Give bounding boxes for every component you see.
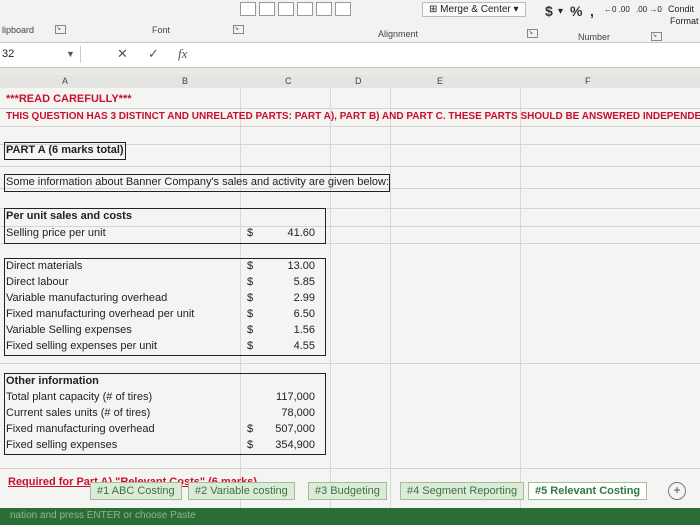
other-label-cell[interactable]: Fixed selling expenses [6,439,117,451]
other-dollar-cell[interactable]: $ [247,439,253,451]
increase-decimal-button[interactable]: ←0 .00 [604,5,630,14]
align-middle-icon[interactable] [259,2,275,16]
cost-dollar-cell[interactable]: $ [247,340,253,352]
tab-budgeting[interactable]: #3 Budgeting [308,482,387,500]
font-group-label: Font [152,25,171,35]
worksheet-grid[interactable]: ***READ CAREFULLY*** THIS QUESTION HAS 3… [0,88,700,508]
other-header-cell[interactable]: Other information [6,375,99,387]
align-bottom-icon[interactable] [278,2,294,16]
formula-input[interactable] [200,46,695,63]
cost-label-cell[interactable]: Fixed manufacturing overhead per unit [6,308,194,320]
add-sheet-icon[interactable]: + [668,482,686,500]
column-header-d[interactable]: D [355,76,362,86]
merge-icon: ⊞ [429,4,441,15]
insert-function-icon[interactable]: fx [178,46,187,62]
font-launcher-icon[interactable]: ↘ [233,25,244,34]
decrease-decimal-button[interactable]: .00 →0 [636,5,662,14]
intro-cell[interactable]: Some information about Banner Company's … [6,176,389,188]
cost-label-cell[interactable]: Direct materials [6,260,82,272]
selling-price-dollar-cell[interactable]: $ [247,227,253,239]
other-value-cell[interactable]: 507,000 [255,423,315,435]
other-dollar-cell[interactable]: $ [247,423,253,435]
alignment-group-label: Alignment [378,29,419,39]
cost-dollar-cell[interactable]: $ [247,324,253,336]
per-unit-header-cell[interactable]: Per unit sales and costs [6,210,132,222]
cost-value-cell[interactable]: 5.85 [255,276,315,288]
conditional-formatting-button[interactable]: Condit [668,4,694,14]
percent-format-button[interactable]: % [570,3,582,19]
other-label-cell[interactable]: Total plant capacity (# of tires) [6,391,152,403]
number-group-label: Number [578,32,611,42]
currency-format-button[interactable]: $ [545,3,553,19]
cost-dollar-cell[interactable]: $ [247,292,253,304]
cost-value-cell[interactable]: 2.99 [255,292,315,304]
selling-price-value-cell[interactable]: 41.60 [255,227,315,239]
clipboard-launcher-icon[interactable]: ↘ [55,25,66,34]
clipboard-group-label: lipboard [2,25,35,35]
cost-dollar-cell[interactable]: $ [247,276,253,288]
chevron-down-icon[interactable]: ▾ [558,6,563,17]
status-bar: nation and press ENTER or choose Paste [0,508,700,525]
cost-value-cell[interactable]: 1.56 [255,324,315,336]
other-label-cell[interactable]: Current sales units (# of tires) [6,407,150,419]
cost-label-cell[interactable]: Direct labour [6,276,68,288]
tab-relevant-costing[interactable]: #5 Relevant Costing [528,482,648,500]
other-label-cell[interactable]: Fixed manufacturing overhead [6,423,155,435]
align-top-icon[interactable] [240,2,256,16]
cost-label-cell[interactable]: Variable Selling expenses [6,324,132,336]
status-text: nation and press ENTER or choose Paste [10,510,196,521]
name-box-dropdown-icon[interactable]: ▼ [66,49,75,59]
align-right-icon[interactable] [335,2,351,16]
column-header-b[interactable]: B [182,76,188,86]
tab-variable-costing[interactable]: #2 Variable costing [188,482,295,500]
cost-dollar-cell[interactable]: $ [247,308,253,320]
number-launcher-icon[interactable]: ↘ [651,32,662,41]
other-value-cell[interactable]: 117,000 [255,391,315,403]
cost-value-cell[interactable]: 4.55 [255,340,315,352]
alignment-launcher-icon[interactable]: ↘ [527,29,538,38]
cost-label-cell[interactable]: Fixed selling expenses per unit [6,340,157,352]
align-center-icon[interactable] [316,2,332,16]
tab-abc-costing[interactable]: #1 ABC Costing [90,482,182,500]
other-value-cell[interactable]: 354,900 [255,439,315,451]
sheet-tabs: #1 ABC Costing #2 Variable costing #3 Bu… [0,474,700,502]
ribbon: ⊞ Merge & Center ▾ $ ▾ % , ←0 .00 .00 →0… [0,0,700,43]
tab-segment-reporting[interactable]: #4 Segment Reporting [400,482,525,500]
part-a-cell[interactable]: PART A (6 marks total) [6,144,124,156]
format-as-table-button[interactable]: Format [670,16,699,26]
selling-price-label-cell[interactable]: Selling price per unit [6,227,106,239]
cost-label-cell[interactable]: Variable manufacturing overhead [6,292,167,304]
merge-center-button[interactable]: ⊞ Merge & Center ▾ [422,2,526,17]
other-value-cell[interactable]: 78,000 [255,407,315,419]
question-note-cell[interactable]: THIS QUESTION HAS 3 DISTINCT AND UNRELAT… [6,111,700,122]
alignment-buttons[interactable] [240,2,370,16]
column-headers: A B C D E F [0,75,700,89]
column-header-c[interactable]: C [285,76,292,86]
formula-bar: 32 ▼ ✕ ✓ fx [0,43,700,68]
cost-value-cell[interactable]: 6.50 [255,308,315,320]
cost-dollar-cell[interactable]: $ [247,260,253,272]
cost-value-cell[interactable]: 13.00 [255,260,315,272]
read-carefully-cell[interactable]: ***READ CAREFULLY*** [6,93,132,105]
cancel-icon[interactable]: ✕ [117,46,128,62]
column-header-e[interactable]: E [437,76,443,86]
comma-format-button[interactable]: , [590,3,594,19]
column-header-a[interactable]: A [62,76,68,86]
enter-icon[interactable]: ✓ [148,46,159,62]
align-left-icon[interactable] [297,2,313,16]
column-header-f[interactable]: F [585,76,591,86]
